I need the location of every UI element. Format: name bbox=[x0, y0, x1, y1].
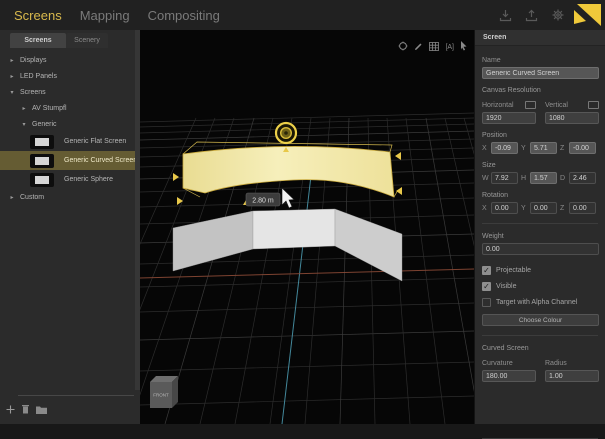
measurement-label: 2.80 m bbox=[246, 193, 280, 206]
position-y-input[interactable] bbox=[530, 142, 557, 154]
rotation-y-input[interactable] bbox=[530, 202, 557, 214]
vertical-input[interactable] bbox=[545, 112, 599, 124]
rotation-z-input[interactable] bbox=[569, 202, 596, 214]
tree-item-custom[interactable]: Custom bbox=[0, 189, 140, 205]
tab-screens[interactable]: Screens bbox=[10, 33, 66, 48]
name-input[interactable] bbox=[482, 67, 599, 79]
monitor-width-icon bbox=[525, 101, 536, 109]
alpha-target-checkbox-row[interactable]: Target with Alpha Channel bbox=[482, 298, 598, 307]
position-title: Position bbox=[482, 132, 598, 139]
curvature-input[interactable] bbox=[482, 370, 536, 382]
curvature-label: Curvature bbox=[482, 360, 536, 367]
tree-item-av-stumpfl[interactable]: AV Stumpfl bbox=[0, 100, 140, 116]
rotation-row: X Y Z bbox=[482, 202, 598, 214]
monitor-height-icon bbox=[588, 101, 599, 109]
auto-mode-icon[interactable]: [A] bbox=[445, 44, 454, 51]
position-z-input[interactable] bbox=[569, 142, 596, 154]
screen-thumbnail bbox=[30, 173, 54, 187]
sidebar-divider bbox=[18, 395, 134, 396]
tree-item-generic-sphere[interactable]: Generic Sphere bbox=[0, 170, 140, 189]
menu-screens[interactable]: Screens bbox=[14, 8, 62, 23]
radius-input[interactable] bbox=[545, 370, 599, 382]
edit-pencil-icon[interactable] bbox=[414, 38, 423, 56]
folder-icon[interactable] bbox=[36, 405, 47, 416]
horizontal-label: Horizontal bbox=[482, 102, 514, 109]
tree-item-led-panels[interactable]: LED Panels bbox=[0, 68, 140, 84]
3d-viewport[interactable]: [A] bbox=[140, 30, 474, 424]
chevron-right-icon[interactable] bbox=[8, 73, 16, 80]
weight-input[interactable] bbox=[482, 243, 599, 255]
tree-item-generic-curved-screen[interactable]: Generic Curved Screen bbox=[0, 151, 140, 170]
inspector-title: Screen bbox=[475, 30, 605, 46]
visible-checkbox-row[interactable]: Visible bbox=[482, 282, 598, 291]
svg-text:2.80 m: 2.80 m bbox=[252, 198, 274, 205]
chevron-right-icon[interactable] bbox=[8, 57, 16, 64]
gizmo-circle-icon[interactable] bbox=[398, 38, 408, 56]
tree-item-displays[interactable]: Displays bbox=[0, 52, 140, 68]
screen-tree: Displays LED Panels Screens AV Stumpfl G… bbox=[0, 52, 140, 205]
size-row: W H D bbox=[482, 172, 598, 184]
settings-gear-icon[interactable] bbox=[551, 8, 565, 22]
position-x-input[interactable] bbox=[491, 142, 518, 154]
svg-text:FRONT: FRONT bbox=[153, 393, 169, 398]
tree-item-generic[interactable]: Generic bbox=[0, 116, 140, 132]
z-axis-line bbox=[282, 150, 314, 424]
view-cube[interactable]: FRONT bbox=[150, 376, 178, 408]
main-menu: Screens Mapping Compositing bbox=[14, 8, 220, 23]
size-title: Size bbox=[482, 162, 598, 169]
viewport-toolbar: [A] bbox=[398, 38, 468, 56]
chevron-down-icon[interactable] bbox=[8, 89, 16, 96]
projectable-checkbox-row[interactable]: Projectable bbox=[482, 266, 598, 275]
position-row: X Y Z bbox=[482, 142, 598, 154]
radius-label: Radius bbox=[545, 360, 599, 367]
cursor-tool-icon[interactable] bbox=[460, 38, 468, 56]
section-divider bbox=[482, 223, 598, 224]
import-icon[interactable] bbox=[499, 9, 512, 22]
screen-thumbnail bbox=[30, 135, 54, 149]
weight-title: Weight bbox=[482, 233, 598, 240]
rotation-title: Rotation bbox=[482, 192, 598, 199]
chevron-right-icon[interactable] bbox=[20, 105, 28, 112]
screen-inspector-panel: Screen Name Canvas Resolution Horizontal… bbox=[474, 30, 605, 424]
size-h-input[interactable] bbox=[530, 172, 557, 184]
selected-curved-screen[interactable] bbox=[173, 123, 402, 205]
rotation-gizmo-icon[interactable] bbox=[276, 123, 296, 143]
choose-colour-button[interactable]: Choose Colour bbox=[482, 314, 599, 326]
horizontal-input[interactable] bbox=[482, 112, 536, 124]
curved-screen-title: Curved Screen bbox=[482, 345, 598, 352]
x-axis-line bbox=[140, 269, 474, 278]
sidebar-tabs: Screens Scenery bbox=[10, 33, 140, 48]
rotation-x-input[interactable] bbox=[491, 202, 518, 214]
screen-library-sidebar: Screens Scenery Displays LED Panels Scre… bbox=[0, 30, 141, 424]
vertical-label: Vertical bbox=[545, 102, 568, 109]
visible-checkbox[interactable] bbox=[482, 282, 491, 291]
menu-mapping[interactable]: Mapping bbox=[80, 8, 130, 23]
chevron-right-icon[interactable] bbox=[8, 194, 16, 201]
add-screen-icon[interactable] bbox=[6, 405, 15, 416]
projectable-checkbox[interactable] bbox=[482, 266, 491, 275]
canvas-resolution-title: Canvas Resolution bbox=[482, 87, 598, 94]
top-menubar: Screens Mapping Compositing bbox=[0, 0, 605, 31]
mouse-cursor-icon bbox=[282, 188, 294, 208]
tree-item-generic-flat-screen[interactable]: Generic Flat Screen bbox=[0, 132, 140, 151]
viewport-scene: 2.80 m FRONT bbox=[140, 30, 474, 424]
export-icon[interactable] bbox=[525, 9, 538, 22]
delete-screen-icon[interactable] bbox=[22, 405, 29, 416]
chevron-down-icon[interactable] bbox=[20, 121, 28, 128]
size-d-input[interactable] bbox=[569, 172, 596, 184]
tree-item-screens[interactable]: Screens bbox=[0, 84, 140, 100]
menu-compositing[interactable]: Compositing bbox=[148, 8, 220, 23]
alpha-target-checkbox[interactable] bbox=[482, 298, 491, 307]
size-w-input[interactable] bbox=[491, 172, 518, 184]
name-label: Name bbox=[482, 57, 598, 64]
tab-scenery[interactable]: Scenery bbox=[66, 33, 108, 48]
section-divider bbox=[482, 335, 598, 336]
grid-icon[interactable] bbox=[429, 38, 439, 56]
white-curved-screen[interactable] bbox=[173, 209, 402, 281]
screen-thumbnail bbox=[30, 154, 54, 168]
